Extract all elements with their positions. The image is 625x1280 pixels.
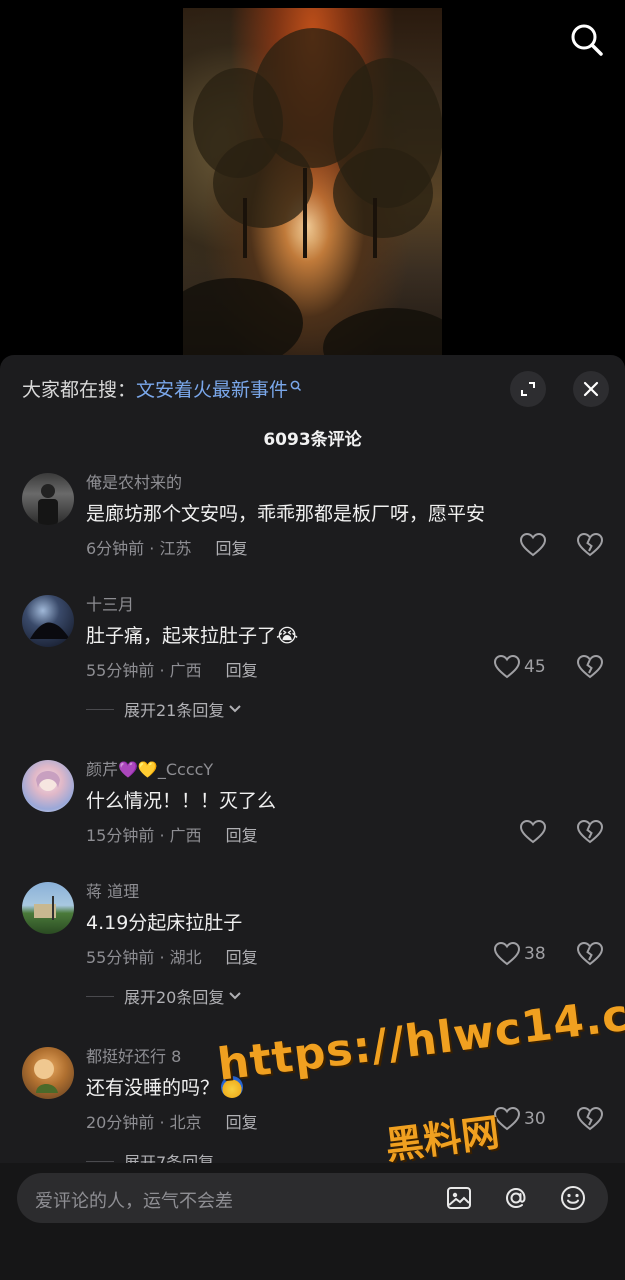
dislike-button[interactable] xyxy=(576,1106,604,1135)
divider xyxy=(86,1160,114,1162)
expand-replies-button[interactable]: 展开20条回复 xyxy=(86,984,242,1008)
chevron-down-icon xyxy=(229,992,242,1000)
heart-icon xyxy=(520,820,546,844)
comment-time-location: 55分钟前 · 广西 xyxy=(86,661,202,680)
comment-text-content: 还有没睡的吗？ xyxy=(86,1077,220,1099)
comment-input[interactable]: 爱评论的人，运气不会差 xyxy=(17,1173,608,1223)
comment-time-location: 15分钟前 · 广西 xyxy=(86,826,202,845)
fullscreen-button[interactable] xyxy=(510,371,546,407)
like-button[interactable] xyxy=(520,820,550,844)
trending-term[interactable]: 文安着火最新事件 xyxy=(136,379,288,401)
avatar[interactable] xyxy=(22,882,74,934)
comment-meta: 15分钟前 · 广西 回复 xyxy=(86,822,258,846)
like-button[interactable]: 45 xyxy=(494,655,546,679)
comment-time-location: 55分钟前 · 湖北 xyxy=(86,948,202,967)
broken-heart-icon xyxy=(576,532,604,557)
avatar[interactable] xyxy=(22,473,74,525)
comment-meta: 6分钟前 · 江苏 回复 xyxy=(86,535,247,559)
comment-meta: 55分钟前 · 广西 回复 xyxy=(86,657,258,681)
comment-text: 是廊坊那个文安吗，乖乖那都是板厂呀，愿平安 xyxy=(86,503,486,525)
reply-button[interactable]: 回复 xyxy=(226,948,258,967)
emoji-icon[interactable] xyxy=(559,1184,587,1212)
mention-icon[interactable] xyxy=(502,1184,530,1212)
comment-input-bar: 爱评论的人，运气不会差 xyxy=(0,1163,625,1280)
expand-replies-label: 展开21条回复 xyxy=(124,701,225,720)
expand-icon xyxy=(521,382,535,396)
comment-count: 6093条评论 xyxy=(263,430,362,450)
like-button[interactable] xyxy=(520,533,550,557)
comment-text: 什么情况！！！灭了么 xyxy=(86,790,277,812)
heart-icon xyxy=(494,942,520,966)
broken-heart-icon xyxy=(576,654,604,679)
comment-text: 4.19分起床拉肚子 xyxy=(86,912,243,934)
search-icon[interactable] xyxy=(569,22,605,58)
comment-username[interactable]: 蒋 道理 xyxy=(86,878,139,902)
small-search-icon xyxy=(290,375,302,397)
comment-username[interactable]: 十三月 xyxy=(86,591,134,615)
dislike-button[interactable] xyxy=(576,941,604,970)
video-area[interactable] xyxy=(0,0,625,370)
reply-button[interactable]: 回复 xyxy=(226,826,258,845)
image-icon[interactable] xyxy=(445,1184,473,1212)
divider xyxy=(86,995,114,997)
broken-heart-icon xyxy=(576,819,604,844)
heart-icon xyxy=(520,533,546,557)
comment-sheet: 大家都在搜：文安着火最新事件 6093条评论 俺是农村来的 是廊坊那个文安吗，乖… xyxy=(0,355,625,1280)
comment-time-location: 20分钟前 · 北京 xyxy=(86,1113,202,1132)
comment-input-placeholder: 爱评论的人，运气不会差 xyxy=(35,1191,233,1212)
broken-heart-icon xyxy=(576,1106,604,1131)
reply-button[interactable]: 回复 xyxy=(226,661,258,680)
reply-button[interactable]: 回复 xyxy=(215,539,247,558)
comment-username[interactable]: 都挺好还行 8 xyxy=(86,1043,181,1067)
close-button[interactable] xyxy=(573,371,609,407)
heart-icon xyxy=(494,655,520,679)
comment-username[interactable]: 颜芹💜💛_CcccY xyxy=(86,756,213,780)
avatar[interactable] xyxy=(22,760,74,812)
video-thumbnail[interactable] xyxy=(183,8,442,358)
like-button[interactable]: 38 xyxy=(494,942,546,966)
comment-meta: 20分钟前 · 北京 回复 xyxy=(86,1109,258,1133)
like-count: 30 xyxy=(524,1109,546,1129)
expand-replies-button[interactable]: 展开21条回复 xyxy=(86,697,242,721)
like-count: 38 xyxy=(524,944,546,964)
dislike-button[interactable] xyxy=(576,532,604,561)
like-count: 45 xyxy=(524,657,546,677)
divider xyxy=(86,708,114,710)
broken-heart-icon xyxy=(576,941,604,966)
dislike-button[interactable] xyxy=(576,819,604,848)
avatar[interactable] xyxy=(22,1047,74,1099)
like-button[interactable]: 30 xyxy=(494,1107,546,1131)
comment-text: 肚子痛，起来拉肚子了😭 xyxy=(86,625,299,647)
chevron-down-icon xyxy=(229,705,242,713)
comment-username[interactable]: 俺是农村来的 xyxy=(86,469,182,493)
close-icon xyxy=(583,381,599,397)
dislike-button[interactable] xyxy=(576,654,604,683)
reply-button[interactable]: 回复 xyxy=(226,1113,258,1132)
trending-prefix: 大家都在搜： xyxy=(22,379,137,401)
expand-replies-label: 展开20条回复 xyxy=(124,988,225,1007)
avatar[interactable] xyxy=(22,595,74,647)
comment-meta: 55分钟前 · 湖北 回复 xyxy=(86,944,258,968)
comment-time-location: 6分钟前 · 江苏 xyxy=(86,539,192,558)
trending-search[interactable]: 大家都在搜：文安着火最新事件 xyxy=(22,375,302,402)
